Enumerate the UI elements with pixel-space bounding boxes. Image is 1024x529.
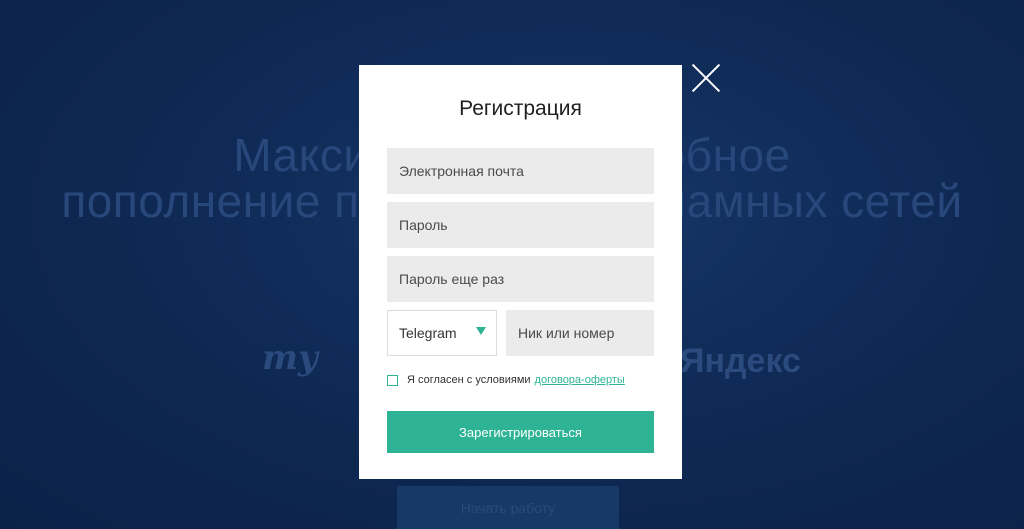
registration-modal: Регистрация Telegram Я согласен с услови… (359, 65, 682, 479)
agree-checkbox[interactable] (387, 374, 398, 386)
chevron-down-icon (476, 327, 486, 335)
close-icon[interactable] (690, 62, 722, 94)
messenger-select-value: Telegram (399, 325, 457, 341)
email-field[interactable] (387, 148, 654, 194)
background-logo-left: my (262, 338, 318, 378)
background-logo-right: Яндекс (680, 342, 801, 380)
messenger-select[interactable]: Telegram (387, 310, 497, 356)
agree-text: Я согласен с условиями (407, 374, 531, 386)
agree-row: Я согласен с условиями договора-оферты (387, 373, 625, 387)
register-button[interactable]: Зарегистрироваться (387, 411, 654, 453)
password-field[interactable] (387, 202, 654, 248)
offer-agreement-link[interactable]: договора-оферты (535, 374, 625, 386)
nick-field[interactable] (506, 310, 654, 356)
password-repeat-field[interactable] (387, 256, 654, 302)
background-start-button: Начать работу (397, 486, 619, 529)
modal-title: Регистрация (459, 97, 582, 120)
